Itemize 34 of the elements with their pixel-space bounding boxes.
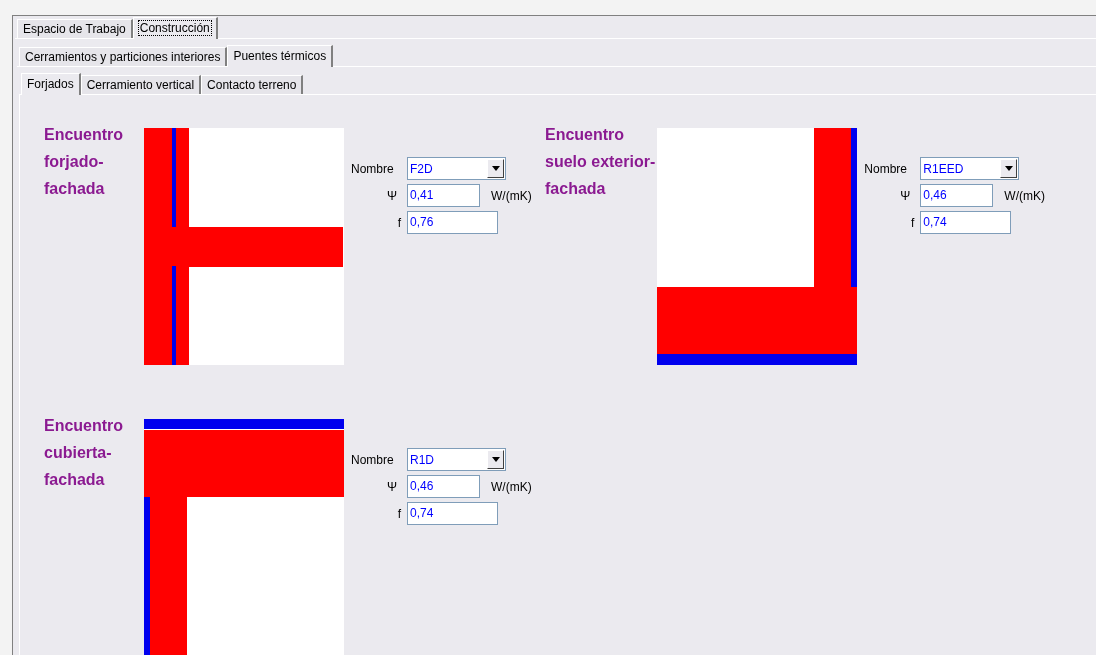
input-field[interactable]: 0,76 xyxy=(407,211,498,234)
field-label: f xyxy=(910,214,916,232)
caret-icon xyxy=(1004,166,1013,171)
field-label: Nombre xyxy=(864,160,909,178)
input-field[interactable]: 0,46 xyxy=(407,475,480,498)
field-label: Ψ xyxy=(899,187,912,205)
field-label: Nombre xyxy=(351,451,395,469)
dropdown[interactable]: R1D xyxy=(407,448,506,471)
input-field[interactable]: 0,46 xyxy=(920,184,994,207)
field-label: Ψ xyxy=(385,187,398,205)
field-label: Nombre xyxy=(351,160,395,178)
field-label: f xyxy=(396,505,402,523)
input-field[interactable]: 0,74 xyxy=(407,502,498,525)
junction-title: Encuentro forjado- fachada xyxy=(44,125,125,199)
input-field[interactable]: 0,41 xyxy=(407,184,480,207)
input-field[interactable]: 0,74 xyxy=(920,211,1012,234)
field-label: f xyxy=(396,214,402,232)
caret-icon xyxy=(491,166,500,171)
dropdown[interactable]: F2D xyxy=(407,157,506,180)
tab[interactable]: Construcción xyxy=(132,17,218,39)
junction-title: Encuentro suelo exterior- fachada xyxy=(545,125,657,199)
tab[interactable]: Contacto terreno xyxy=(201,75,304,94)
unit-label: W/(mK) xyxy=(1004,187,1045,205)
unit-label: W/(mK) xyxy=(491,187,532,205)
junction-title: Encuentro cubierta- fachada xyxy=(44,416,125,490)
field-label: Ψ xyxy=(385,478,398,496)
tab[interactable]: Puentes térmicos xyxy=(227,45,334,67)
tab[interactable]: Cerramientos y particiones interiores xyxy=(19,47,228,66)
unit-label: W/(mK) xyxy=(491,478,532,496)
tab[interactable]: Espacio de Trabajo xyxy=(17,19,133,38)
caret-icon xyxy=(491,457,500,462)
tab[interactable]: Forjados xyxy=(21,73,81,95)
tab[interactable]: Cerramiento vertical xyxy=(80,75,202,94)
dropdown[interactable]: R1EED xyxy=(920,157,1020,180)
